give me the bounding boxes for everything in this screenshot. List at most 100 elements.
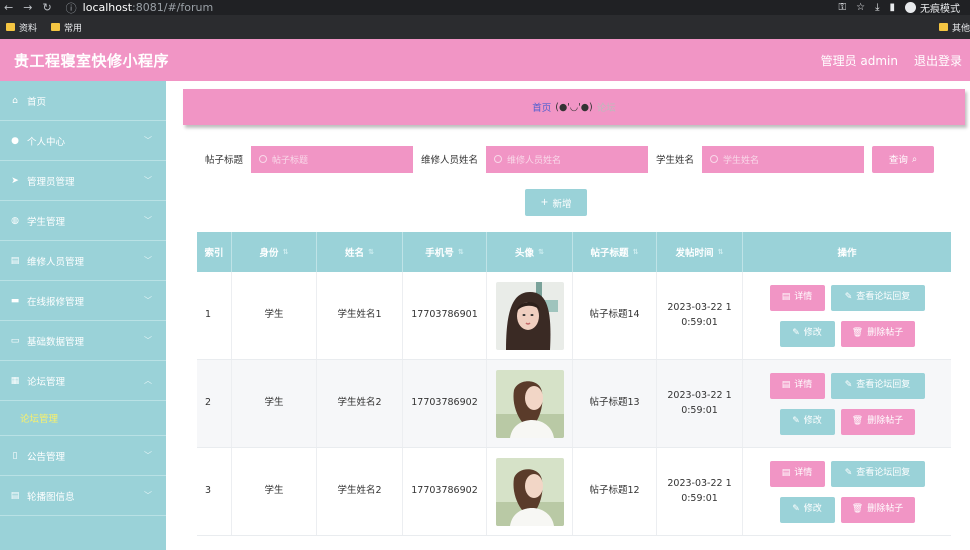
sidebar-item-admin[interactable]: ➤ 管理员管理 ﹀ [0, 161, 166, 201]
chevron-down-icon: ﹀ [144, 296, 152, 305]
delete-button[interactable]: 🗑 删除帖子 [840, 408, 915, 435]
chat-icon: ▬ [10, 295, 20, 306]
sidebar-item-base-data[interactable]: ▭ 基础数据管理 ﹀ [0, 321, 166, 361]
detail-button[interactable]: ▤ 详情 [769, 460, 825, 487]
cell-phone: 17703786902 [403, 448, 487, 535]
edit-button[interactable]: ✎ 修改 [779, 320, 835, 347]
pen-icon: ✎ [844, 467, 853, 478]
cell-identity: 学生 [232, 360, 317, 447]
search-label-title: 帖子标题 [205, 155, 244, 166]
browser-toolbar: ← → ↻ ⓘ localhost:8081/#/forum ⚿ ☆ ⤓ ▮ 无… [0, 0, 970, 15]
edit-button[interactable]: ✎ 修改 [779, 408, 835, 435]
home-icon: ⌂ [12, 95, 18, 106]
logout-link[interactable]: 退出登录 [914, 52, 962, 69]
forward-icon[interactable]: → [23, 1, 32, 14]
view-reply-button[interactable]: ✎ 查看论坛回复 [830, 284, 925, 311]
sidebar-item-carousel[interactable]: ▤ 轮播图信息 ﹀ [0, 476, 166, 516]
app-title: 贵工程寝室快修小程序 [14, 51, 170, 70]
column-header[interactable]: 手机号 ⇅ [403, 232, 487, 272]
student-name-input[interactable]: 学生姓名 [702, 145, 865, 173]
table-row: 3 学生 学生姓名2 17703786902 帖子标题12 2023-03-22… [197, 448, 951, 536]
incognito-icon [905, 2, 916, 13]
chevron-up-icon: ︿ [144, 376, 152, 385]
chevron-down-icon: ﹀ [144, 336, 152, 345]
incognito-indicator[interactable]: 无痕模式 [905, 0, 960, 15]
app-header: 贵工程寝室快修小程序 管理员 admin 退出登录 [0, 39, 970, 81]
cell-name: 学生姓名2 [317, 448, 403, 535]
column-header[interactable]: 身份 ⇅ [232, 232, 317, 272]
table-row: 2 学生 学生姓名2 17703786902 帖子标题13 2023-03-22… [197, 360, 951, 448]
search-form: 帖子标题 帖子标题 维修人员姓名 维修人员姓名 学生姓名 学生姓名 查询 ⌕ [205, 145, 935, 173]
detail-button[interactable]: ▤ 详情 [769, 284, 825, 311]
delete-button[interactable]: 🗑 删除帖子 [840, 320, 915, 347]
column-header[interactable]: 头像 ⇅ [487, 232, 573, 272]
sort-icon: ⇅ [282, 248, 289, 256]
column-header[interactable]: 帖子标题 ⇅ [573, 232, 657, 272]
chevron-down-icon: ﹀ [144, 491, 152, 500]
folder-icon [6, 23, 15, 31]
view-reply-button[interactable]: ✎ 查看论坛回复 [830, 372, 925, 399]
avatar[interactable] [495, 369, 564, 438]
breadcrumb-home[interactable]: 首页 [532, 100, 551, 114]
delete-button[interactable]: 🗑 删除帖子 [840, 496, 915, 523]
bookmark-folder[interactable]: 常用 [51, 21, 82, 34]
sidebar-item-personal[interactable]: ● 个人中心 ﹀ [0, 121, 166, 161]
cell-title: 帖子标题14 [573, 272, 657, 359]
search-label-repairer: 维修人员姓名 [421, 155, 479, 166]
column-header[interactable]: 发帖时间 ⇅ [657, 232, 743, 272]
cell-phone: 17703786902 [403, 360, 487, 447]
post-title-input[interactable]: 帖子标题 [251, 145, 414, 173]
sidebar: ⌂ 首页 ● 个人中心 ﹀ ➤ 管理员管理 ﹀ ◍ 学生管理 ﹀ ▤ 维修人员管理 ﹀ ▬ 在线报修… [0, 81, 166, 550]
cell-title: 帖子标题12 [573, 448, 657, 535]
grid-icon: ▦ [10, 375, 20, 386]
sidebar-item-repairers[interactable]: ▤ 维修人员管理 ﹀ [0, 241, 166, 281]
avatar[interactable] [495, 281, 564, 350]
sidebar-item-home[interactable]: ⌂ 首页 [0, 81, 166, 121]
address-bar[interactable]: ⓘ localhost:8081/#/forum [66, 0, 214, 16]
back-icon[interactable]: ← [4, 1, 13, 14]
plus-icon: + [540, 197, 549, 208]
sort-icon: ⇅ [538, 248, 544, 256]
incognito-label: 无痕模式 [920, 4, 960, 15]
key-icon[interactable]: ⚿ [838, 2, 846, 13]
cell-identity: 学生 [232, 272, 317, 359]
detail-button[interactable]: ▤ 详情 [769, 372, 825, 399]
cell-avatar [487, 360, 573, 447]
cell-index: 3 [197, 448, 232, 535]
sidepanel-icon[interactable]: ▮ [889, 2, 895, 13]
add-button[interactable]: + 新增 [525, 189, 587, 216]
sidebar-item-notices[interactable]: ▯ 公告管理 ﹀ [0, 436, 166, 476]
column-header[interactable]: 姓名 ⇅ [317, 232, 403, 272]
folder-icon [938, 23, 948, 31]
chevron-down-icon: ﹀ [144, 256, 152, 265]
cell-phone: 17703786901 [403, 272, 487, 359]
table-header: 索引 身份 ⇅ 姓名 ⇅ 手机号 ⇅ 头像 ⇅ 帖子标题 ⇅ 发帖时间 ⇅ 操作 [197, 232, 951, 272]
cell-actions: ▤ 详情 ✎ 查看论坛回复 ✎ 修改 🗑 删除帖子 [743, 360, 951, 447]
star-icon[interactable]: ☆ [856, 2, 865, 13]
download-icon[interactable]: ⤓ [875, 2, 879, 13]
sidebar-item-students[interactable]: ◍ 学生管理 ﹀ [0, 201, 166, 241]
doc-icon: ▤ [10, 490, 20, 501]
folder-icon [51, 23, 61, 31]
pen-icon: ✎ [792, 327, 800, 338]
bookmark-folder-other[interactable]: 其他 [938, 21, 970, 34]
cell-avatar [487, 272, 573, 359]
sidebar-item-forum[interactable]: ▦ 论坛管理 ︿ [0, 361, 166, 401]
reload-icon[interactable]: ↻ [42, 1, 51, 14]
user-icon: ● [11, 135, 19, 146]
chevron-down-icon: ﹀ [144, 216, 152, 225]
edit-button[interactable]: ✎ 修改 [779, 496, 835, 523]
sidebar-item-repair-requests[interactable]: ▬ 在线报修管理 ﹀ [0, 281, 166, 321]
sidebar-subitem-forum[interactable]: 论坛管理 [0, 401, 166, 436]
cell-time: 2023-03-22 1 0:59:01 [657, 360, 743, 447]
monitor-icon: ▭ [10, 335, 20, 346]
avatar[interactable] [495, 457, 564, 526]
bookmark-folder[interactable]: 资料 [6, 21, 37, 34]
repairer-name-input[interactable]: 维修人员姓名 [486, 145, 649, 173]
trash-icon: 🗑 [851, 503, 864, 514]
view-reply-button[interactable]: ✎ 查看论坛回复 [830, 460, 925, 487]
breadcrumb: 首页 (●'◡'●) 论坛 [183, 89, 965, 125]
query-button[interactable]: 查询 ⌕ [872, 145, 935, 173]
cell-identity: 学生 [232, 448, 317, 535]
current-user: 管理员 admin [820, 53, 898, 68]
